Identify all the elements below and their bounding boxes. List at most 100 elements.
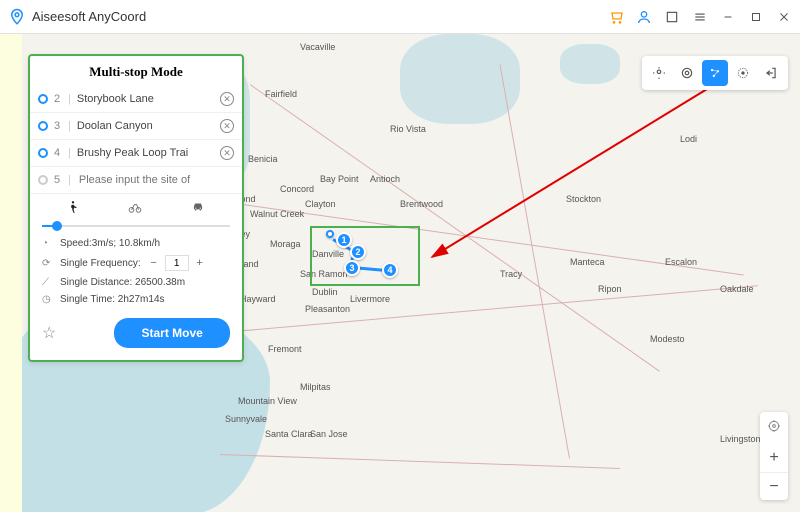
slider-thumb[interactable] bbox=[52, 221, 62, 231]
route-point-4[interactable]: 4 bbox=[382, 262, 398, 278]
speed-info: ◔Speed:3m/s; 10.8km/h bbox=[30, 235, 242, 252]
zoom-controls: + − bbox=[760, 412, 788, 500]
map-label-mtview: Mountain View bbox=[238, 396, 297, 406]
map-label-stockton: Stockton bbox=[566, 194, 601, 204]
map-label-danville: Danville bbox=[312, 249, 344, 259]
stop-row[interactable]: 5 | bbox=[30, 167, 242, 194]
map-label-moraga: Moraga bbox=[270, 239, 301, 249]
stop-name: Brushy Peak Loop Trai bbox=[77, 147, 214, 159]
stop-number: 2 bbox=[54, 93, 62, 105]
multistop-mode-button[interactable] bbox=[702, 60, 728, 86]
route-point-2[interactable]: 2 bbox=[350, 244, 366, 260]
map-label-ripon: Ripon bbox=[598, 284, 622, 294]
map-label-brentwood: Brentwood bbox=[400, 199, 443, 209]
stop-name: Doolan Canyon bbox=[77, 120, 214, 132]
map-label-benicia: Benicia bbox=[248, 154, 278, 164]
map-label-tracy: Tracy bbox=[500, 269, 522, 279]
clock-icon: ◷ bbox=[42, 294, 54, 305]
map-label-antioch: Antioch bbox=[370, 174, 400, 184]
map-edge-strip bbox=[0, 34, 22, 512]
favorite-icon[interactable]: ☆ bbox=[42, 323, 56, 343]
app-title: Aiseesoft AnyCoord bbox=[32, 9, 146, 24]
user-icon[interactable] bbox=[636, 9, 652, 25]
app-logo: Aiseesoft AnyCoord bbox=[8, 8, 146, 26]
map-label-milpitas: Milpitas bbox=[300, 382, 331, 392]
route-point-3[interactable]: 3 bbox=[344, 260, 360, 276]
car-mode-icon[interactable] bbox=[190, 200, 206, 219]
frequency-icon: ⟳ bbox=[42, 258, 54, 269]
route-point-1[interactable]: 1 bbox=[336, 232, 352, 248]
minimize-icon[interactable] bbox=[720, 9, 736, 25]
map-label-sanramon: San Ramon bbox=[300, 269, 348, 279]
map-label-escalon: Escalon bbox=[665, 257, 697, 267]
time-info: ◷Single Time: 2h27m14s bbox=[30, 291, 242, 308]
walk-mode-icon[interactable] bbox=[66, 200, 80, 219]
speed-slider[interactable] bbox=[42, 225, 230, 227]
map-label-fremont: Fremont bbox=[268, 344, 302, 354]
map-label-riovista: Rio Vista bbox=[390, 124, 426, 134]
map-label-dublin: Dublin bbox=[312, 287, 338, 297]
radio-icon[interactable] bbox=[38, 175, 48, 185]
map-label-oakdale: Oakdale bbox=[720, 284, 754, 294]
speed-icon: ◔ bbox=[42, 238, 54, 249]
distance-info: ⟋Single Distance: 26500.38m bbox=[30, 274, 242, 291]
radio-icon[interactable] bbox=[38, 121, 48, 131]
map-label-concord: Concord bbox=[280, 184, 314, 194]
stop-row[interactable]: 2 | Storybook Lane ✕ bbox=[30, 86, 242, 113]
map-label-fairfield: Fairfield bbox=[265, 89, 297, 99]
map-label-livingston: Livingston bbox=[720, 434, 761, 444]
delete-stop-icon[interactable]: ✕ bbox=[220, 146, 234, 160]
map-label-modesto: Modesto bbox=[650, 334, 685, 344]
radio-icon[interactable] bbox=[38, 94, 48, 104]
stop-number: 4 bbox=[54, 147, 62, 159]
map-mode-toolbar bbox=[642, 56, 788, 90]
location-pin-icon bbox=[8, 8, 26, 26]
stop-row[interactable]: 4 | Brushy Peak Loop Trai ✕ bbox=[30, 140, 242, 167]
freq-minus-button[interactable]: − bbox=[147, 256, 161, 270]
start-move-button[interactable]: Start Move bbox=[114, 318, 230, 348]
freq-plus-button[interactable]: + bbox=[193, 256, 207, 270]
map-label-vacaville: Vacaville bbox=[300, 42, 335, 52]
route-start-point[interactable] bbox=[326, 230, 334, 238]
exit-mode-button[interactable] bbox=[758, 60, 784, 86]
maximize-icon[interactable] bbox=[748, 9, 764, 25]
stop-number: 3 bbox=[54, 120, 62, 132]
radio-icon[interactable] bbox=[38, 148, 48, 158]
map-label-hayward: Hayward bbox=[240, 294, 276, 304]
map-label-lodi: Lodi bbox=[680, 134, 697, 144]
onestop-mode-button[interactable] bbox=[674, 60, 700, 86]
stop-number: 5 bbox=[54, 174, 62, 186]
map-label-livermore: Livermore bbox=[350, 294, 390, 304]
recenter-button[interactable] bbox=[760, 412, 788, 440]
map-label-clayton: Clayton bbox=[305, 199, 336, 209]
stop-name: Storybook Lane bbox=[77, 93, 214, 105]
map-label-baypoint: Bay Point bbox=[320, 174, 359, 184]
map-label-santaclara: Santa Clara bbox=[265, 429, 313, 439]
titlebar-icons bbox=[608, 9, 792, 25]
zoom-in-button[interactable]: + bbox=[760, 444, 788, 472]
close-icon[interactable] bbox=[776, 9, 792, 25]
distance-icon: ⟋ bbox=[42, 277, 54, 288]
zoom-out-button[interactable]: − bbox=[760, 472, 788, 500]
joystick-mode-button[interactable] bbox=[730, 60, 756, 86]
panel-footer: ☆ Start Move bbox=[30, 308, 242, 360]
menu-icon[interactable] bbox=[692, 9, 708, 25]
teleport-mode-button[interactable] bbox=[646, 60, 672, 86]
bike-mode-icon[interactable] bbox=[127, 200, 143, 219]
titlebar: Aiseesoft AnyCoord bbox=[0, 0, 800, 34]
map-label-manteca: Manteca bbox=[570, 257, 605, 267]
map-label-pleasanton: Pleasanton bbox=[305, 304, 350, 314]
frequency-control: ⟳ Single Frequency: − + bbox=[30, 252, 242, 274]
delete-stop-icon[interactable]: ✕ bbox=[220, 92, 234, 106]
map-label-sanjose: San Jose bbox=[310, 429, 348, 439]
freq-input[interactable] bbox=[165, 255, 189, 271]
cart-icon[interactable] bbox=[608, 9, 624, 25]
window-icon[interactable] bbox=[664, 9, 680, 25]
stop-row[interactable]: 3 | Doolan Canyon ✕ bbox=[30, 113, 242, 140]
stop-input[interactable] bbox=[77, 173, 234, 187]
delete-stop-icon[interactable]: ✕ bbox=[220, 119, 234, 133]
map-label-walnutcreek: Walnut Creek bbox=[250, 209, 304, 219]
travel-mode-row bbox=[30, 194, 242, 221]
multistop-panel: Multi-stop Mode 2 | Storybook Lane ✕ 3 |… bbox=[28, 54, 244, 362]
panel-title: Multi-stop Mode bbox=[30, 56, 242, 86]
